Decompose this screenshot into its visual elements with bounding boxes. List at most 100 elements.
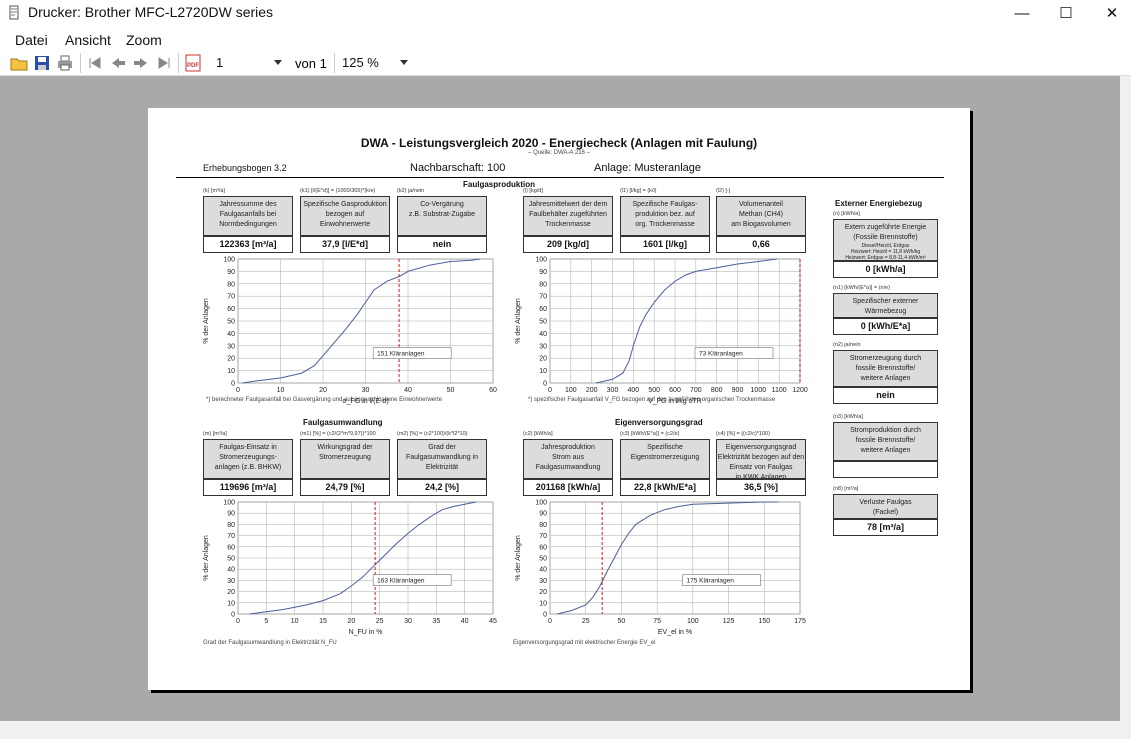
x-tick-label: 10 — [277, 387, 285, 394]
x-tick-label: 200 — [586, 387, 598, 394]
menu-zoom[interactable]: Zoom — [126, 32, 162, 48]
x-tick-label: 100 — [565, 387, 577, 394]
kpi-description-box: Spezifische Gasproduktion bezogen auf Einw… — [300, 196, 390, 236]
zoom-value: 125 % — [342, 55, 379, 70]
vertical-scrollbar[interactable] — [1120, 76, 1131, 721]
horizontal-scrollbar[interactable] — [0, 721, 1131, 739]
x-tick-label: 0 — [548, 387, 552, 394]
x-axis-label: EV_el in % — [658, 629, 692, 636]
kpi-description-box: Stromerzeugung durch fossile Brennstoffe/… — [833, 350, 938, 387]
kpi-description-line: weitere Anlagen — [860, 447, 911, 454]
kpi-description-box: Spezifische Eigenstromerzeugung — [620, 439, 710, 479]
kpi-description-line: Verluste Faulgas — [859, 499, 912, 506]
kpi-description-line: Spezifischer externer — [852, 298, 919, 305]
kpi-description-line: Jahresmittelwert der dem — [528, 201, 608, 208]
report-source: – Quelle: DWA-A 216 – — [528, 150, 590, 156]
y-tick-label: 0 — [231, 612, 235, 619]
last-page-icon[interactable] — [155, 54, 173, 72]
x-tick-label: 0 — [236, 618, 240, 625]
kpi-code-label: (l1) [l/kg] = (k/l) — [620, 188, 657, 194]
x-tick-label: 15 — [319, 618, 327, 625]
zoom-select[interactable]: 125 % — [338, 53, 412, 73]
maximize-button[interactable]: ☐ — [1043, 0, 1089, 26]
kpi-description-box: Spezifischer externer Wärmebezug — [833, 293, 938, 318]
annotation-label: 73 Kläranlagen — [699, 351, 743, 358]
y-tick-label: 10 — [539, 600, 547, 607]
erhebungsbogen-label: Erhebungsbogen 3.2 — [203, 163, 287, 173]
y-tick-label: 10 — [227, 368, 235, 375]
kpi-description-line: Spezifische Gasproduktion — [303, 201, 387, 208]
kpi-description-line: fossile Brennstoffe/ — [855, 365, 916, 372]
x-tick-label: 5 — [264, 618, 268, 625]
kpi-description-line: Jahresproduktion — [541, 444, 595, 451]
minimize-button[interactable]: — — [999, 0, 1045, 26]
toolbar-separator — [178, 53, 179, 73]
section-externer-energiebezug: Externer Energiebezug — [835, 199, 923, 208]
kpi-value: nein — [833, 387, 938, 404]
chart-gasproduktion-einwohner: 0 10 20 30 40 50 60 70 80 90 100 0 10 20 30 40 50 60 151 K… — [203, 257, 497, 406]
kpi-code-label: (n1) [kWh/(E*a)] = (n/e) — [833, 285, 891, 291]
kpi-code-label: (n3) [kWh/a] — [833, 414, 863, 420]
report-title: DWA - Leistungsvergleich 2020 - Energiec… — [360, 136, 758, 150]
x-tick-label: 30 — [404, 618, 412, 625]
kpi-code-label: (c4) [%] = ((c2/c)*100) — [716, 431, 770, 437]
y-tick-label: 30 — [539, 578, 547, 585]
kpi-description-line: Faulgasumwandlung in — [406, 454, 478, 461]
x-tick-label: 1000 — [751, 387, 767, 394]
y-axis-label: % der Anlagen — [203, 298, 210, 344]
kpi-description-line: am Biogasvolumen — [731, 221, 791, 228]
y-tick-label: 30 — [539, 343, 547, 350]
kpi-description-line: Stromproduktion durch — [850, 427, 921, 434]
page-number-select[interactable]: 1 — [212, 53, 286, 73]
kpi-description-line: Grad der — [428, 444, 456, 451]
kpi-description-box: Wirkungsgrad der Stromerzeugung — [300, 439, 390, 479]
kpi-description-line: Extern zugeführte Energie — [844, 224, 927, 231]
y-tick-label: 90 — [539, 511, 547, 518]
x-tick-label: 40 — [404, 387, 412, 394]
close-icon: ✕ — [1105, 5, 1119, 22]
save-icon[interactable] — [33, 54, 51, 72]
kpi-code-label: (c3) [kWh/(E*a)] = (c2/e) — [620, 431, 680, 437]
y-tick-label: 100 — [535, 500, 547, 507]
y-tick-label: 20 — [227, 589, 235, 596]
kpi-description-line: Elektrizität bezogen auf den — [717, 454, 805, 461]
kpi-description-box: Volumenanteil Methan (CH4) am Biogasvolume… — [716, 196, 806, 236]
pdf-export-icon[interactable]: PDF — [184, 54, 202, 72]
kpi-description-line: Eigenversorgungsgrad — [725, 444, 797, 451]
open-folder-icon[interactable] — [10, 54, 28, 72]
menu-datei[interactable]: Datei — [15, 32, 48, 48]
y-tick-label: 80 — [227, 522, 235, 529]
y-tick-label: 60 — [539, 306, 547, 313]
close-button[interactable]: ✕ — [1089, 0, 1131, 26]
kpi-description-box: Eigenversorgungsgrad Elektrizität bezogen… — [716, 439, 806, 481]
menu-ansicht[interactable]: Ansicht — [65, 32, 111, 48]
kpi-code-label: (n) [kWh/a] — [833, 211, 860, 217]
kpi-description-box: Jahresmittelwert der dem Faulbehälter zug… — [523, 196, 613, 236]
kpi-description-line: Stromerzeugung — [319, 454, 371, 461]
kpi-description-line: Strom aus — [552, 454, 584, 461]
window-title: Drucker: Brother MFC-L2720DW series — [28, 4, 274, 20]
y-tick-label: 100 — [535, 257, 547, 264]
kpi-code-label: (m2) [%] = (c2*100)/(k*l2*10) — [397, 431, 468, 437]
y-tick-label: 80 — [539, 522, 547, 529]
previous-page-icon[interactable] — [109, 54, 127, 72]
first-page-icon[interactable] — [86, 54, 104, 72]
y-tick-label: 0 — [543, 381, 547, 388]
x-tick-label: 125 — [723, 618, 735, 625]
footnote-3: Grad der Faulgasumwandlung in Elektrizit… — [203, 640, 337, 646]
kpi-description-box: Jahressumme des Faulgasanfalls bei Normbed… — [203, 196, 293, 236]
kpi-description-line: Jahressumme des — [219, 201, 277, 208]
kpi-value: nein — [397, 236, 487, 253]
kpi-value: 0 [kWh/E*a] — [833, 318, 938, 335]
kpi-code-label: (l) [kg/d] — [523, 188, 543, 194]
kpi-value: 209 [kg/d] — [523, 236, 613, 253]
kpi-value: 122363 [m³/a] — [203, 236, 293, 253]
y-tick-label: 40 — [227, 567, 235, 574]
menu-bar: Datei Ansicht Zoom — [0, 26, 1131, 50]
y-tick-label: 70 — [227, 294, 235, 301]
y-tick-label: 50 — [227, 556, 235, 563]
y-tick-label: 10 — [227, 600, 235, 607]
kpi-value: 24,2 [%] — [397, 479, 487, 496]
next-page-icon[interactable] — [132, 54, 150, 72]
print-icon[interactable] — [56, 54, 74, 72]
